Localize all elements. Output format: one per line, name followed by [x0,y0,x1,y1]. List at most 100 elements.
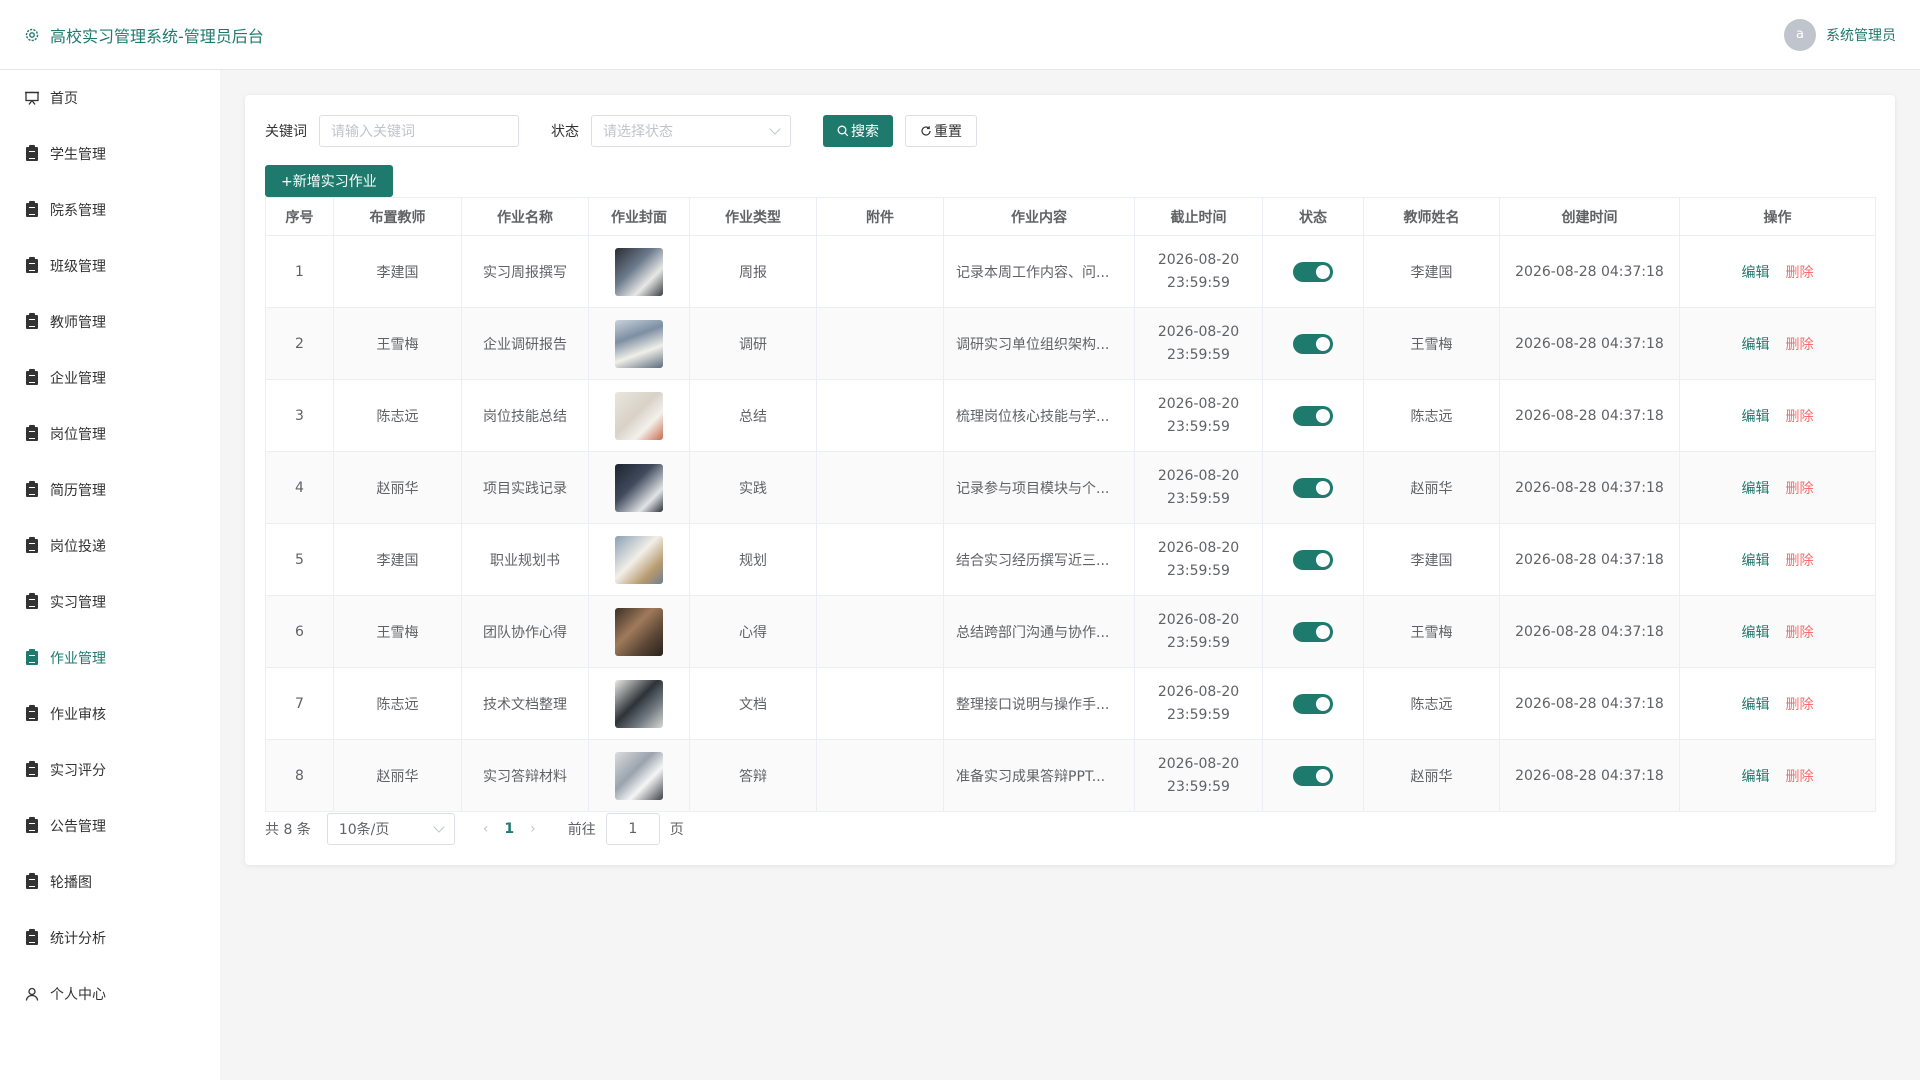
user-menu[interactable]: a 系统管理员 [1784,18,1896,51]
edit-button[interactable]: 编辑 [1742,481,1770,497]
delete-button[interactable]: 删除 [1786,625,1814,641]
cover-thumbnail-image[interactable] [615,463,663,512]
top-header: 高校实习管理系统-管理员后台 a 系统管理员 [0,0,1920,70]
operations-cell: 编辑 删除 [1679,667,1876,740]
column-header: 操作 [1679,197,1876,236]
cover-thumbnail-image[interactable] [615,319,663,368]
teacher-cell: 陈志远 [333,667,462,740]
no-cell: 2 [265,307,334,380]
current-page[interactable]: 1 [504,821,514,837]
sidebar: 首页 学生管理 院系管理 班级管理 教师管理 企业管理 岗位管理 简历管理 岗位投递 实习管理 作业… [0,70,220,1080]
cover-thumbnail-image[interactable] [615,247,663,296]
status-toggle[interactable] [1293,693,1333,714]
status-label: 状态 [551,124,579,140]
status-toggle[interactable] [1293,765,1333,786]
edit-button[interactable]: 编辑 [1742,625,1770,641]
status-toggle[interactable] [1293,549,1333,570]
sidebar-item-3[interactable]: 班级管理 [0,238,220,294]
edit-button[interactable]: 编辑 [1742,265,1770,281]
sidebar-item-2[interactable]: 院系管理 [0,182,220,238]
cover-thumbnail-image[interactable] [615,535,663,584]
teacher-name-cell: 陈志远 [1363,379,1500,452]
created-cell: 2026-08-28 04:37:18 [1499,235,1680,308]
avatar[interactable]: a [1784,18,1816,51]
status-toggle[interactable] [1293,621,1333,642]
next-page-icon[interactable]: › [530,821,536,837]
sidebar-item-5[interactable]: 企业管理 [0,350,220,406]
status-toggle[interactable] [1293,405,1333,426]
edit-button[interactable]: 编辑 [1742,769,1770,785]
deadline-date: 2026-08-20 [1157,683,1240,700]
cover-thumbnail-image[interactable] [615,391,663,440]
chevron-down-icon [769,123,781,135]
clipboard-icon [24,145,40,162]
sidebar-item-label: 简历管理 [50,483,106,499]
sidebar-item-12[interactable]: 实习评分 [0,742,220,798]
deadline-time: 23:59:59 [1167,778,1230,795]
attachment-cell [816,451,944,524]
content-cell: 记录参与项目模块与个... [943,451,1135,524]
sidebar-item-0[interactable]: 首页 [0,70,220,126]
deadline-cell: 2026-08-20 23:59:59 [1134,307,1263,380]
sidebar-item-8[interactable]: 岗位投递 [0,518,220,574]
sidebar-item-6[interactable]: 岗位管理 [0,406,220,462]
cover-thumbnail-image[interactable] [615,679,663,728]
goto-page-input[interactable]: 1 [605,813,660,845]
sidebar-item-9[interactable]: 实习管理 [0,574,220,630]
sidebar-item-11[interactable]: 作业审核 [0,686,220,742]
operations-cell: 编辑 删除 [1679,379,1876,452]
delete-button[interactable]: 删除 [1786,265,1814,281]
deadline-cell: 2026-08-20 23:59:59 [1134,379,1263,452]
created-cell: 2026-08-28 04:37:18 [1499,379,1680,452]
edit-button[interactable]: 编辑 [1742,553,1770,569]
delete-button[interactable]: 删除 [1786,697,1814,713]
clipboard-icon [24,257,40,274]
content-cell: 记录本周工作内容、问... [943,235,1135,308]
table-row: 6 王雪梅 团队协作心得 心得 总结跨部门沟通与协作... 2026-08-20 23:59… [265,595,1876,668]
teacher-name-cell: 赵丽华 [1363,451,1500,524]
sidebar-item-10[interactable]: 作业管理 [0,630,220,686]
delete-button[interactable]: 删除 [1786,409,1814,425]
edit-button[interactable]: 编辑 [1742,697,1770,713]
status-toggle[interactable] [1293,261,1333,282]
sidebar-item-label: 岗位投递 [50,539,106,555]
sidebar-item-14[interactable]: 轮播图 [0,854,220,910]
sidebar-item-label: 班级管理 [50,259,106,275]
name-cell: 技术文档整理 [461,667,589,740]
delete-button[interactable]: 删除 [1786,553,1814,569]
search-button[interactable]: 搜索 [823,115,893,147]
deadline-cell: 2026-08-20 23:59:59 [1134,739,1263,812]
status-toggle[interactable] [1293,477,1333,498]
user-name[interactable]: 系统管理员 [1826,25,1896,45]
delete-button[interactable]: 删除 [1786,769,1814,785]
cover-cell [588,379,690,452]
sidebar-item-label: 岗位管理 [50,427,106,443]
status-select[interactable]: 请选择状态 [591,115,791,147]
add-assignment-button[interactable]: +新增实习作业 [265,165,393,197]
cover-thumbnail-image[interactable] [615,607,663,656]
sidebar-item-4[interactable]: 教师管理 [0,294,220,350]
edit-button[interactable]: 编辑 [1742,409,1770,425]
delete-button[interactable]: 删除 [1786,481,1814,497]
page-suffix: 页 [669,822,684,838]
page-size-select[interactable]: 10条/页 [326,813,455,845]
prev-page-icon[interactable]: ‹ [483,821,489,837]
sidebar-item-15[interactable]: 统计分析 [0,910,220,966]
status-cell [1262,451,1364,524]
reset-button[interactable]: 重置 [905,115,977,147]
sidebar-item-7[interactable]: 简历管理 [0,462,220,518]
table-row: 3 陈志远 岗位技能总结 总结 梳理岗位核心技能与学... 2026-08-20 23:59… [265,379,1876,452]
edit-button[interactable]: 编辑 [1742,337,1770,353]
sidebar-item-label: 首页 [50,91,78,107]
status-toggle[interactable] [1293,333,1333,354]
status-cell [1262,523,1364,596]
refresh-icon [921,126,931,136]
cover-thumbnail-image[interactable] [615,751,663,800]
delete-button[interactable]: 删除 [1786,337,1814,353]
attachment-cell [816,379,944,452]
sidebar-item-13[interactable]: 公告管理 [0,798,220,854]
sidebar-item-1[interactable]: 学生管理 [0,126,220,182]
sidebar-item-16[interactable]: 个人中心 [0,966,220,1022]
clipboard-icon [24,201,40,218]
keyword-input[interactable]: 请输入关键词 [319,115,519,147]
